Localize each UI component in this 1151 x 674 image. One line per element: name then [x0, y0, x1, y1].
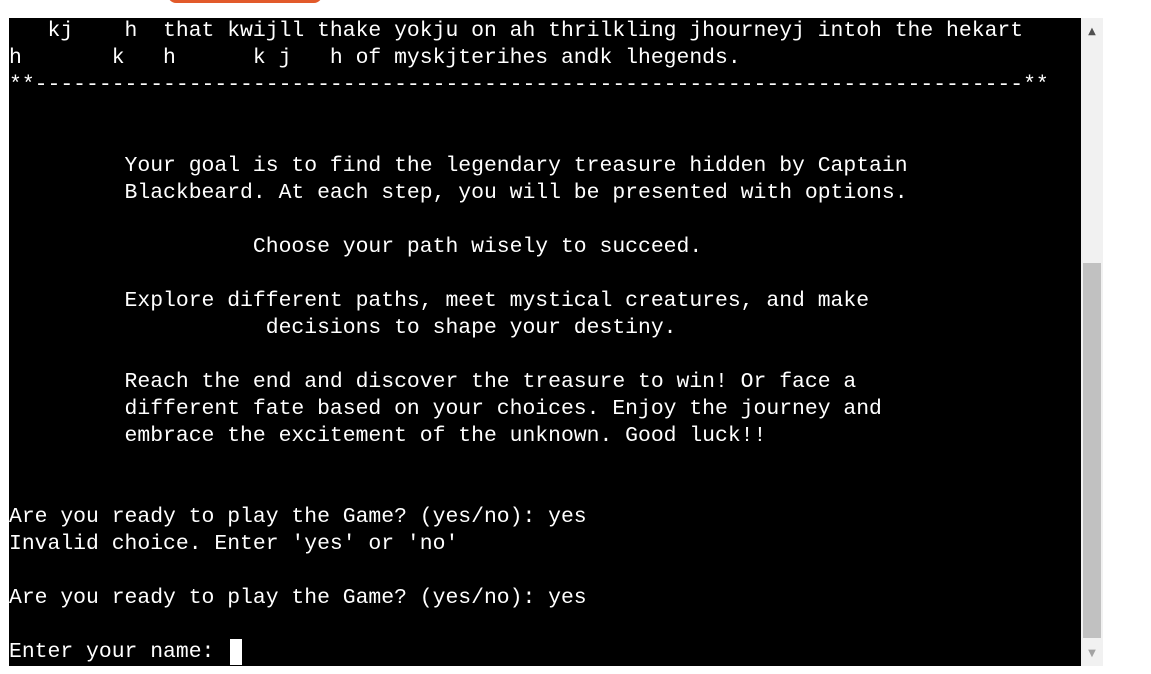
- terminal-line: Your goal is to find the legendary treas…: [9, 154, 908, 178]
- terminal-line: **--------------------------------------…: [9, 73, 1049, 97]
- terminal-line: Choose your path wisely to succeed.: [9, 235, 703, 259]
- terminal-line: Are you ready to play the Game? (yes/no)…: [9, 586, 587, 610]
- scrollbar-thumb[interactable]: [1083, 263, 1101, 638]
- terminal-line: Invalid choice. Enter 'yes' or 'no': [9, 532, 459, 556]
- terminal-line: kj h that kwijll thake yokju on ah thril…: [9, 19, 1024, 43]
- terminal-line: Explore different paths, meet mystical c…: [9, 289, 870, 313]
- page: kj h that kwijll thake yokju on ah thril…: [0, 0, 1151, 674]
- terminal-line: Are you ready to play the Game? (yes/no)…: [9, 505, 587, 529]
- text-cursor: [230, 639, 242, 665]
- terminal-scrollbar[interactable]: ▲ ▼: [1081, 18, 1103, 666]
- terminal-window[interactable]: kj h that kwijll thake yokju on ah thril…: [9, 18, 1081, 666]
- terminal-line: h k h k j h of myskjterihes andk lhegend…: [9, 46, 741, 70]
- run-program-button[interactable]: [168, 0, 322, 3]
- terminal-line: Blackbeard. At each step, you will be pr…: [9, 181, 908, 205]
- terminal-line: Enter your name:: [9, 640, 228, 664]
- terminal-line: decisions to shape your destiny.: [9, 316, 677, 340]
- scroll-up-icon[interactable]: ▲: [1081, 18, 1103, 44]
- terminal-line: Reach the end and discover the treasure …: [9, 370, 857, 394]
- scroll-down-icon[interactable]: ▼: [1081, 640, 1103, 666]
- terminal-line: different fate based on your choices. En…: [9, 397, 882, 421]
- terminal-line: embrace the excitement of the unknown. G…: [9, 424, 767, 448]
